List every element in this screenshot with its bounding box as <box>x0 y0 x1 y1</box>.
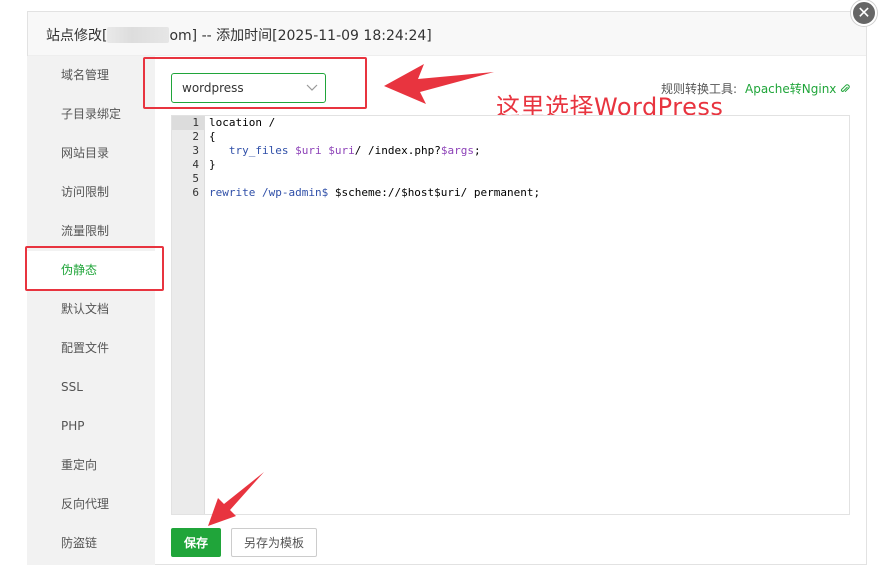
rewrite-code-editor[interactable]: 1 2 3 4 5 6 location / { try_files $uri … <box>171 115 850 515</box>
apache-to-nginx-link[interactable]: Apache转Nginx <box>745 80 850 97</box>
sidebar-item-site-dir[interactable]: 网站目录 <box>27 134 155 173</box>
line-number-gutter: 1 2 3 4 5 6 <box>172 116 205 514</box>
paperclip-icon <box>841 84 850 93</box>
code-line: } <box>209 158 216 171</box>
code-line: try_files $uri $uri/ /index.php?$args; <box>228 144 481 157</box>
sidebar-item-redirect[interactable]: 重定向 <box>27 446 155 485</box>
dialog-header: 站点修改[ om] -- 添加时间[2025-11-09 18:24:24] <box>28 12 866 56</box>
line-number: 2 <box>192 130 199 143</box>
line-number: 6 <box>192 186 199 199</box>
sidebar-item-reverse-proxy[interactable]: 反向代理 <box>27 485 155 524</box>
code-line: rewrite /wp-admin$ $scheme://$host$uri/ … <box>209 186 541 199</box>
code-content[interactable]: location / { try_files $uri $uri/ /index… <box>209 116 849 200</box>
sidebar-item-traffic-limit[interactable]: 流量限制 <box>27 212 155 251</box>
close-icon[interactable]: ✕ <box>851 0 877 26</box>
sidebar-item-hotlink[interactable]: 防盗链 <box>27 524 155 563</box>
sidebar: 域名管理 子目录绑定 网站目录 访问限制 流量限制 伪静态 默认文档 配置文件 … <box>27 56 155 565</box>
chevron-down-icon <box>306 84 318 91</box>
sidebar-item-subdir-bind[interactable]: 子目录绑定 <box>27 95 155 134</box>
dialog-title: 站点修改[ om] -- 添加时间[2025-11-09 18:24:24] <box>46 25 432 45</box>
line-number: 1 <box>172 116 204 130</box>
sidebar-item-config-file[interactable]: 配置文件 <box>27 329 155 368</box>
save-button[interactable]: 保存 <box>171 528 221 557</box>
sidebar-item-rewrite[interactable]: 伪静态 <box>27 251 155 290</box>
line-number: 3 <box>192 144 199 157</box>
save-as-template-button[interactable]: 另存为模板 <box>231 528 317 557</box>
sidebar-item-ssl[interactable]: SSL <box>27 368 155 407</box>
sidebar-item-php[interactable]: PHP <box>27 407 155 446</box>
apache-to-nginx-text: Apache转Nginx <box>745 82 837 96</box>
dialog-title-prefix: 站点修改[ <box>46 28 108 44</box>
select-value: wordpress <box>182 81 244 95</box>
sidebar-item-access-limit[interactable]: 访问限制 <box>27 173 155 212</box>
rewrite-template-select[interactable]: wordpress <box>171 73 326 103</box>
line-number: 4 <box>192 158 199 171</box>
line-number: 5 <box>192 172 199 185</box>
sidebar-item-domain[interactable]: 域名管理 <box>27 56 155 95</box>
code-line: { <box>209 130 216 143</box>
redacted-domain <box>107 27 170 43</box>
code-line: location / <box>209 116 276 129</box>
sidebar-item-default-doc[interactable]: 默认文档 <box>27 290 155 329</box>
dialog-title-suffix: om] -- 添加时间[2025-11-09 18:24:24] <box>169 28 432 44</box>
